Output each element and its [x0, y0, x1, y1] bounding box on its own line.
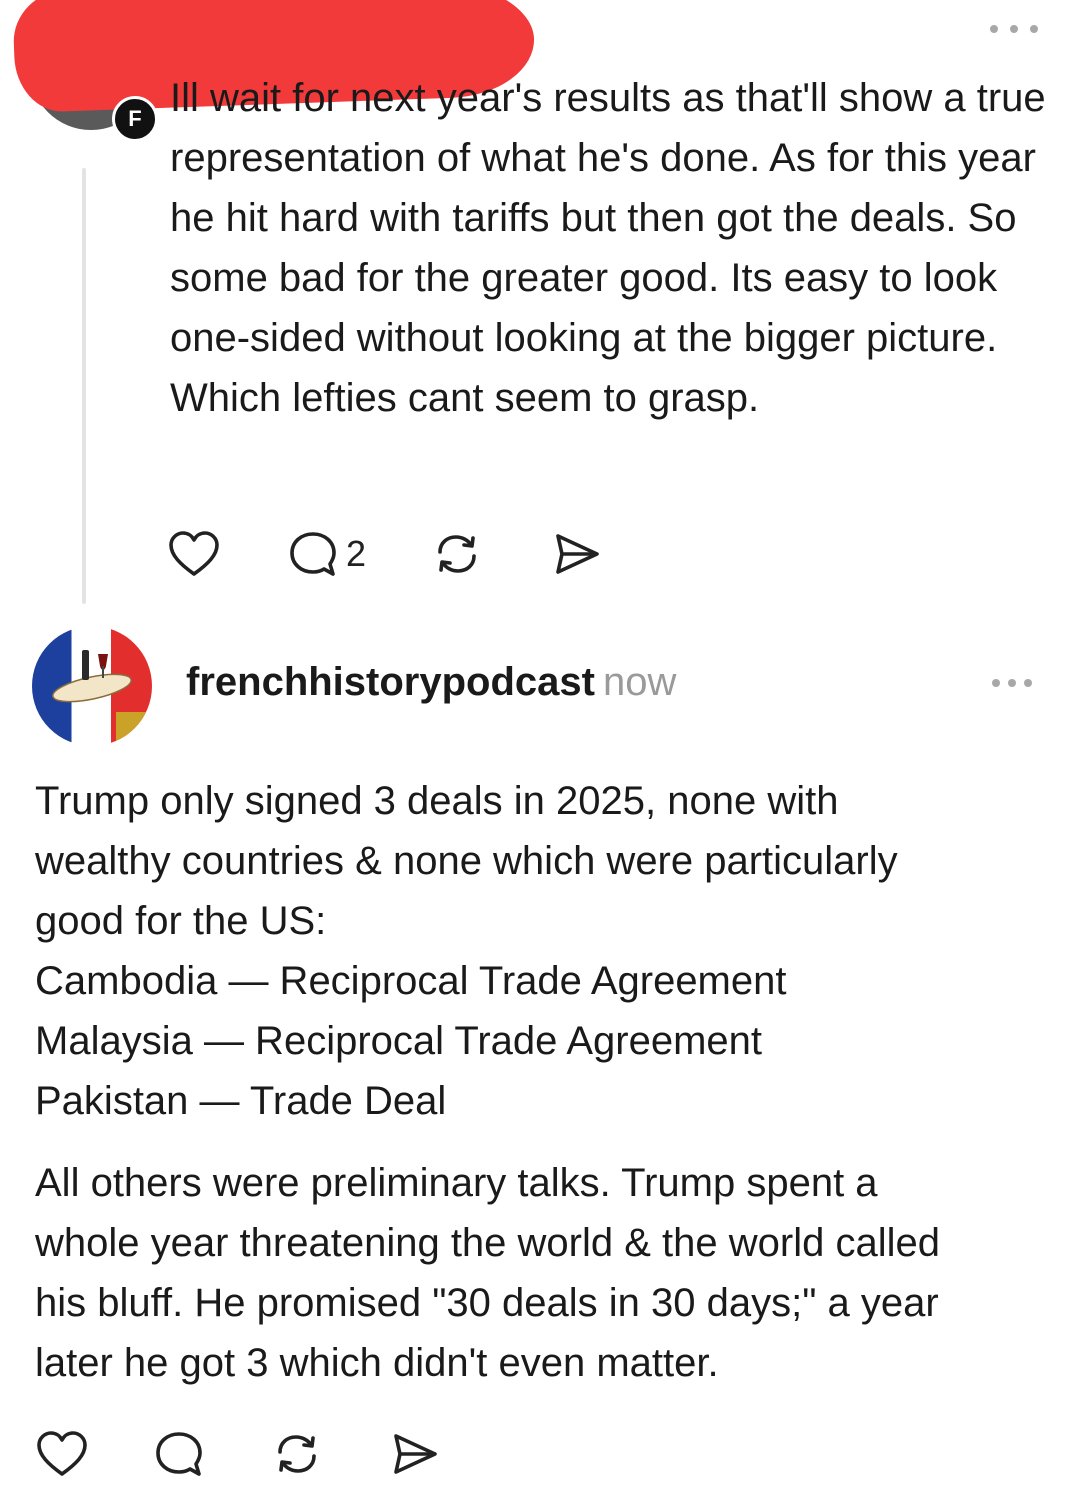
repost-button[interactable] — [432, 530, 482, 578]
thread-line — [82, 168, 86, 604]
comment-bubble-icon — [290, 532, 336, 576]
like-button[interactable] — [36, 1430, 88, 1478]
post-line: Cambodia — Reciprocal Trade Agreement — [35, 959, 787, 1003]
username[interactable]: frenchhistorypodcast — [186, 660, 595, 704]
follow-badge[interactable]: F — [112, 96, 158, 142]
podcast-logo — [52, 650, 150, 742]
post-line: later he got 3 which didn't even matter. — [35, 1341, 719, 1385]
repost-icon — [438, 535, 476, 573]
more-options-dot — [1010, 25, 1018, 33]
post-line: whole year threatening the world & the w… — [35, 1221, 940, 1265]
timestamp: now — [602, 660, 677, 704]
post-actions — [36, 1430, 440, 1478]
post-line: his bluff. He promised "30 deals in 30 d… — [35, 1281, 939, 1325]
comment-count: 2 — [346, 533, 367, 574]
post-line: Trump only signed 3 deals in 2025, none … — [35, 779, 839, 823]
heart-icon — [169, 531, 219, 576]
send-icon — [394, 1434, 437, 1474]
more-options-dot — [1030, 25, 1038, 33]
more-options-icon — [992, 679, 1000, 687]
comment-button[interactable] — [154, 1430, 204, 1478]
post-body: Trump only signed 3 deals in 2025, none … — [35, 771, 1045, 1393]
post-line: good for the US: — [35, 899, 327, 943]
comment-bubble-icon — [156, 1432, 202, 1476]
avatar[interactable] — [32, 626, 152, 746]
more-options-icon — [990, 25, 998, 33]
post-line: All others were preliminary talks. Trump… — [35, 1161, 878, 1205]
reply-actions: 2 — [168, 530, 602, 578]
more-options-dot — [1008, 679, 1016, 687]
repost-icon — [278, 1435, 316, 1473]
follow-badge-letter: F — [128, 106, 142, 131]
more-options-dot — [1024, 679, 1032, 687]
comment-button[interactable]: 2 — [288, 530, 366, 578]
share-button[interactable] — [552, 530, 602, 578]
more-options-button[interactable] — [990, 14, 1038, 44]
post-line: Pakistan — Trade Deal — [35, 1079, 447, 1123]
share-button[interactable] — [390, 1430, 440, 1478]
post-line: Malaysia — Reciprocal Trade Agreement — [35, 1019, 762, 1063]
post-line: wealthy countries & none which were part… — [35, 839, 898, 883]
post-author[interactable]: frenchhistorypodcast now — [186, 660, 676, 705]
more-options-button[interactable] — [992, 668, 1032, 698]
heart-icon — [37, 1431, 87, 1476]
reply-text: Ill wait for next year's results as that… — [170, 76, 1046, 420]
like-button[interactable] — [168, 530, 222, 578]
send-icon — [556, 534, 599, 574]
repost-button[interactable] — [272, 1430, 322, 1478]
